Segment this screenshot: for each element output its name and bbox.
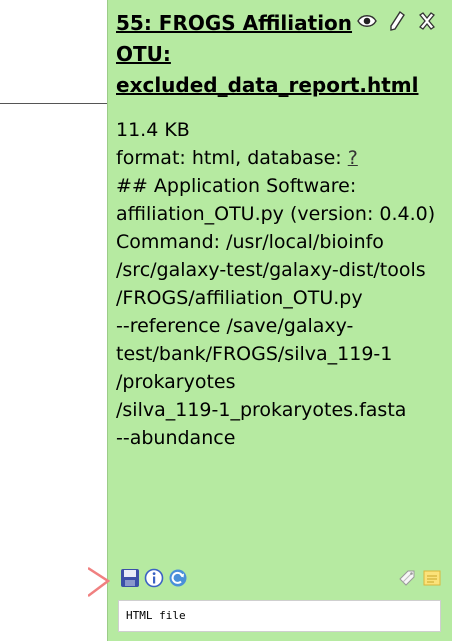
rerun-icon[interactable] <box>168 568 188 588</box>
info-line: /silva_119-1_prokaryotes.fasta <box>116 399 407 421</box>
dataset-details: 11.4 KB format: html, database: ? ## App… <box>116 116 451 452</box>
delete-icon[interactable] <box>416 10 438 32</box>
info-line: --abundance <box>116 427 236 449</box>
info-line: ## Application Software: <box>116 175 357 197</box>
info-line: /prokaryotes <box>116 371 236 393</box>
dataset-title-line[interactable]: OTU: <box>116 39 386 70</box>
eye-icon[interactable] <box>356 10 378 32</box>
dataset-title[interactable]: 55: FROGS Affiliation OTU: excluded_data… <box>116 8 418 101</box>
arrow-icon <box>88 566 110 597</box>
dataset-format: format: html, database: ? <box>116 144 451 172</box>
info-line: test/bank/FROGS/silva_119-1 <box>116 343 393 365</box>
info-line: affiliation_OTU.py (version: 0.4.0) <box>116 203 436 225</box>
database-link[interactable]: ? <box>348 147 358 169</box>
save-icon[interactable] <box>120 568 140 588</box>
info-line: /FROGS/affiliation_OTU.py <box>116 287 363 309</box>
dataset-actions <box>356 10 438 32</box>
dataset-size: 11.4 KB <box>116 119 190 141</box>
dataset-title-line[interactable]: excluded_data_report.html <box>116 70 418 101</box>
history-divider <box>0 103 120 104</box>
format-text: format: html, database: <box>116 147 348 169</box>
dataset-primary-actions <box>120 568 188 588</box>
info-line: --reference /save/galaxy- <box>116 315 354 337</box>
pencil-icon[interactable] <box>386 10 408 32</box>
dataset-secondary-actions <box>398 568 442 588</box>
dataset-panel: 55: FROGS Affiliation OTU: excluded_data… <box>107 0 452 641</box>
dataset-title-line[interactable]: 55: FROGS Affiliation <box>116 8 386 39</box>
info-line: /src/galaxy-test/galaxy-dist/tools <box>116 259 426 281</box>
tags-icon[interactable] <box>398 568 418 588</box>
info-icon[interactable] <box>144 568 164 588</box>
info-line: Command: /usr/local/bioinfo <box>116 231 384 253</box>
annotation-icon[interactable] <box>422 568 442 588</box>
dataset-peek: HTML file <box>118 600 441 632</box>
